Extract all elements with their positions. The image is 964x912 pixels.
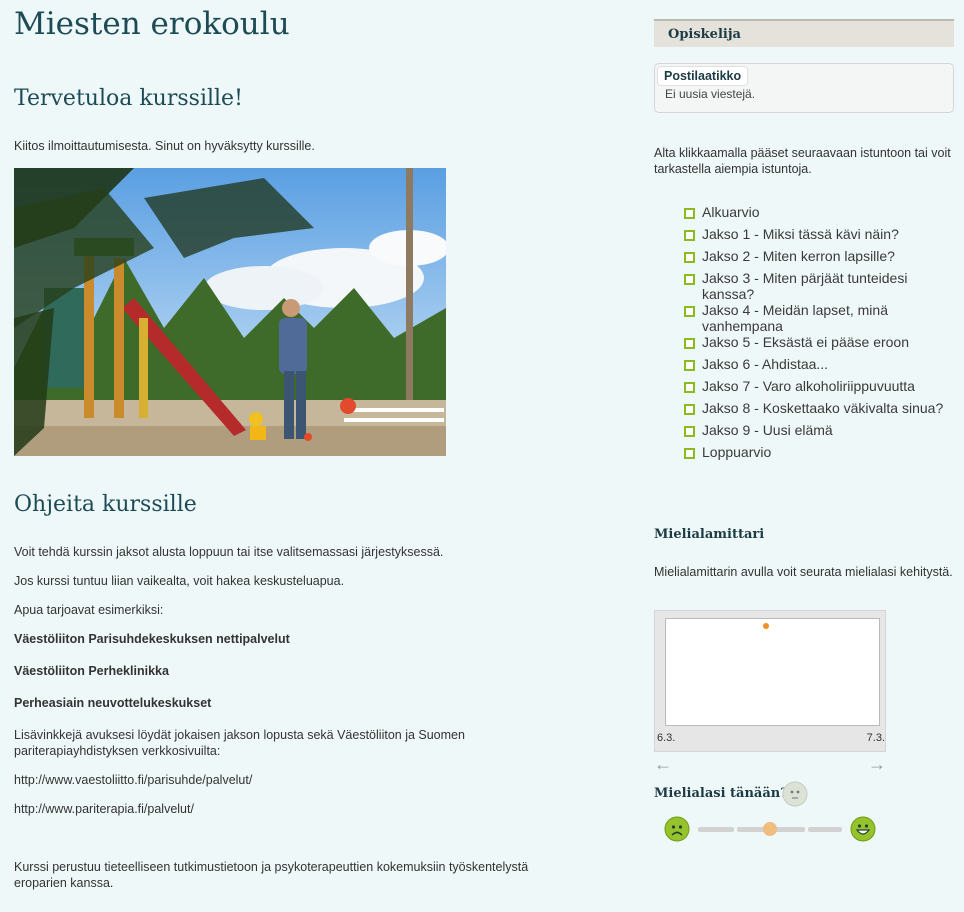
instructions-text-1: Voit tehdä kurssin jaksot alusta loppuun…	[14, 545, 444, 559]
neutral-face-icon	[782, 781, 808, 807]
hero-image	[14, 168, 446, 456]
checkbox-icon	[684, 230, 695, 241]
session-label: Loppuarvio	[702, 444, 772, 460]
mailbox-status: Ei uusia viestejä.	[665, 87, 756, 101]
sidebar-title: Opiskelija	[668, 27, 741, 42]
course-footer-text: Kurssi perustuu tieteelliseen tutkimusti…	[14, 860, 529, 890]
mailbox-title[interactable]: Postilaatikko	[657, 66, 749, 86]
checkbox-icon	[684, 208, 695, 219]
sad-face-icon[interactable]	[664, 816, 690, 842]
help-link-parisuhdekeskus[interactable]: Väestöliiton Parisuhdekeskuksen nettipal…	[14, 631, 290, 647]
session-item-jakso-5[interactable]: Jakso 5 - Eksästä ei pääse eroon	[684, 334, 954, 350]
session-label: Jakso 6 - Ahdistaa...	[702, 356, 829, 372]
mood-data-point	[763, 623, 770, 630]
checkbox-icon	[684, 404, 695, 415]
url-vaestoliitto[interactable]: http://www.vaestoliitto.fi/parisuhde/pal…	[14, 772, 252, 788]
instructions-text-3: Apua tarjoavat esimerkiksi:	[14, 603, 164, 617]
session-label: Alkuarvio	[702, 204, 760, 220]
page-title: Miesten erokoulu	[14, 6, 290, 42]
session-label: Jakso 7 - Varo alkoholiriippuvuutta	[702, 378, 915, 394]
happy-face-icon[interactable]	[850, 816, 876, 842]
session-item-jakso-4[interactable]: Jakso 4 - Meidän lapset, minä vanhempana	[684, 302, 954, 334]
session-item-jakso-6[interactable]: Jakso 6 - Ahdistaa...	[684, 356, 954, 372]
session-item-jakso-1[interactable]: Jakso 1 - Miksi tässä kävi näin?	[684, 226, 954, 242]
help-link-neuvottelukeskukset[interactable]: Perheasiain neuvottelukeskukset	[14, 695, 211, 711]
mood-chart: 6.3. 7.3.	[654, 610, 886, 752]
url-pariterapia[interactable]: http://www.pariterapia.fi/palvelut/	[14, 801, 194, 817]
checkbox-icon	[684, 382, 695, 393]
session-label: Jakso 5 - Eksästä ei pääse eroon	[702, 334, 910, 350]
session-item-jakso-2[interactable]: Jakso 2 - Miten kerron lapsille?	[684, 248, 954, 264]
session-label: Jakso 1 - Miksi tässä kävi näin?	[702, 226, 899, 242]
chart-start-label: 6.3.	[657, 732, 676, 744]
welcome-heading: Tervetuloa kurssille!	[14, 86, 243, 111]
session-label: Jakso 2 - Miten kerron lapsille?	[702, 248, 895, 264]
session-item-loppuarvio[interactable]: Loppuarvio	[684, 444, 954, 460]
checkbox-icon	[684, 426, 695, 437]
checkbox-icon	[684, 306, 695, 317]
chart-end-label: 7.3.	[866, 732, 885, 744]
session-item-jakso-7[interactable]: Jakso 7 - Varo alkoholiriippuvuutta	[684, 378, 954, 394]
arrow-right-icon[interactable]: →	[868, 754, 886, 775]
instructions-text-4: Lisävinkkejä avuksesi löydät jokaisen ja…	[14, 728, 465, 758]
checkbox-icon	[684, 448, 695, 459]
mood-slider-thumb[interactable]	[763, 822, 777, 836]
checkbox-icon	[684, 338, 695, 349]
sidebar-header: Opiskelija	[654, 19, 954, 47]
welcome-text: Kiitos ilmoittautumisesta. Sinut on hyvä…	[14, 139, 315, 153]
mood-description: Mielialamittarin avulla voit seurata mie…	[654, 565, 953, 579]
session-label: Jakso 3 - Miten pärjäät tunteidesi kanss…	[702, 270, 908, 302]
session-item-jakso-3[interactable]: Jakso 3 - Miten pärjäät tunteidesi kanss…	[684, 270, 954, 302]
session-item-jakso-9[interactable]: Jakso 9 - Uusi elämä	[684, 422, 954, 438]
session-item-jakso-8[interactable]: Jakso 8 - Koskettaako väkivalta sinua?	[684, 400, 954, 416]
session-item-alkuarvio[interactable]: Alkuarvio	[684, 204, 954, 220]
instructions-heading: Ohjeita kurssille	[14, 492, 197, 517]
playground-photo	[14, 168, 446, 456]
mood-heading: Mielialamittari	[654, 527, 765, 542]
arrow-left-icon[interactable]: ←	[654, 754, 672, 775]
session-label: Jakso 9 - Uusi elämä	[702, 422, 833, 438]
checkbox-icon	[684, 274, 695, 285]
checkbox-icon	[684, 252, 695, 263]
slider-segment	[698, 827, 734, 832]
sessions-intro: Alta klikkaamalla pääset seuraavaan istu…	[654, 146, 951, 176]
checkbox-icon	[684, 360, 695, 371]
mailbox-panel[interactable]: Postilaatikko Ei uusia viestejä.	[654, 63, 954, 113]
mood-chart-plot	[665, 618, 880, 726]
help-link-perheklinikka[interactable]: Väestöliiton Perheklinikka	[14, 663, 169, 679]
session-label: Jakso 4 - Meidän lapset, minä vanhempana	[702, 302, 888, 334]
session-label: Jakso 8 - Koskettaako väkivalta sinua?	[702, 400, 944, 416]
slider-segment	[808, 827, 842, 832]
instructions-text-2: Jos kurssi tuntuu liian vaikealta, voit …	[14, 574, 345, 588]
mood-today-label: Mielialasi tänään?	[654, 786, 788, 801]
